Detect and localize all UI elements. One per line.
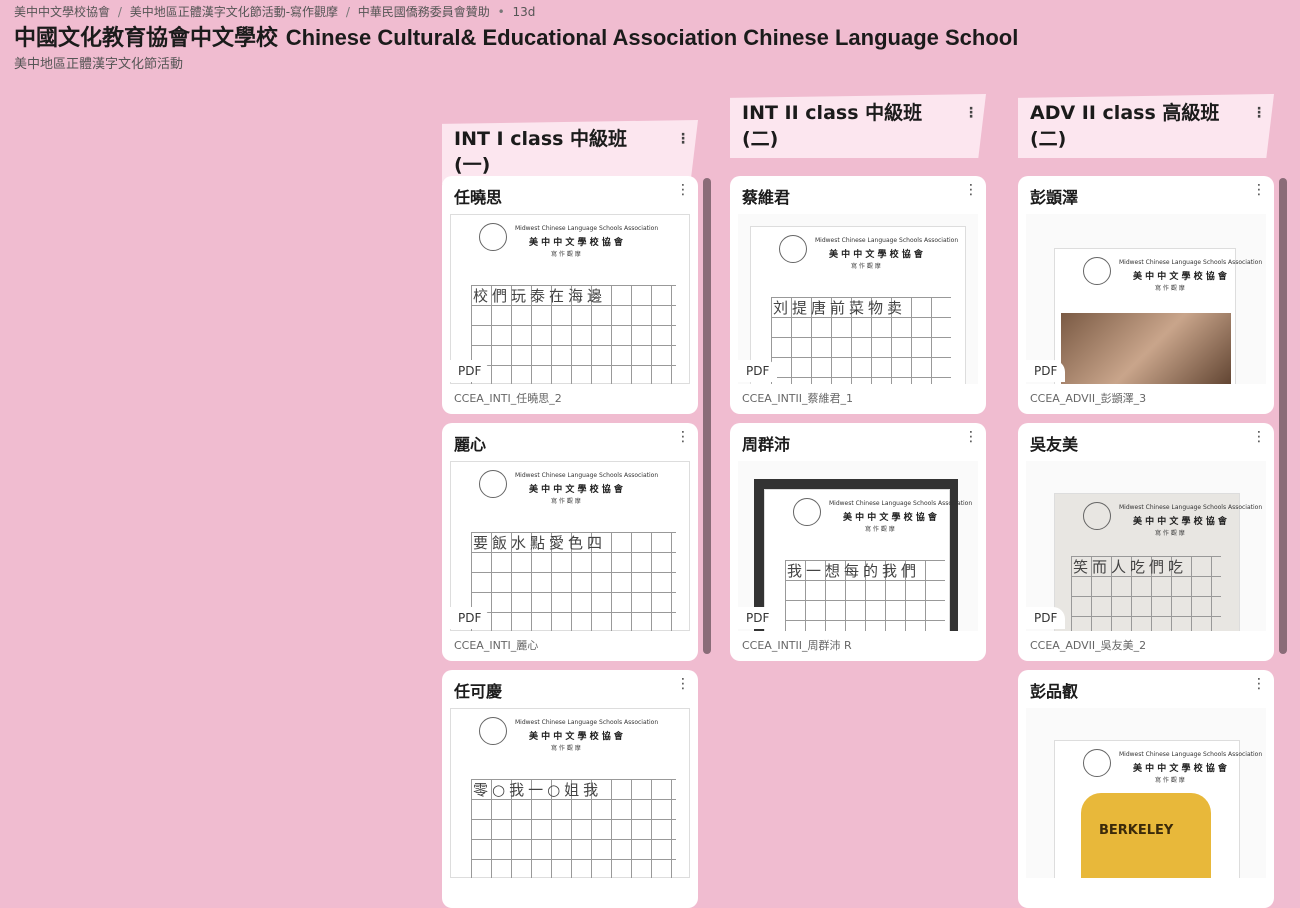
more-vertical-icon[interactable]: ⋮ [964, 100, 978, 126]
column-header: ADV II class 高級班 (二) ⋮ [1018, 94, 1274, 158]
column-scrollbar[interactable] [703, 178, 711, 654]
shirt-photo: BERKELEY [1081, 793, 1211, 878]
more-vertical-icon[interactable]: ⋮ [1252, 676, 1266, 692]
breadcrumb: 美中中文學校協會 / 美中地區正體漢字文化節活動-寫作觀摩 / 中華民國僑務委員… [14, 5, 536, 19]
card-author: 蔡維君 [742, 188, 791, 207]
pdf-badge: PDF [450, 607, 490, 629]
association-seal-icon [479, 223, 507, 251]
column-int-i: INT I class 中級班 (一) ⋮ [442, 120, 698, 184]
more-vertical-icon[interactable]: ⋮ [1252, 182, 1266, 198]
post-card[interactable]: 吳友美 ⋮ Midwest Chinese Language Schools A… [1018, 423, 1274, 661]
file-name: CCEA_ADVII_吳友美_2 [1030, 639, 1147, 652]
page-title: 中國文化教育協會中文學校 Chinese Cultural& Education… [14, 25, 1019, 51]
column-scrollbar[interactable] [1279, 178, 1287, 654]
column-adv-ii: ADV II class 高級班 (二) ⋮ [1018, 94, 1274, 158]
post-card[interactable]: 任可慶 ⋮ Midwest Chinese Language Schools A… [442, 670, 698, 908]
pdf-thumbnail[interactable]: Midwest Chinese Language Schools Associa… [450, 214, 690, 384]
pdf-thumbnail[interactable]: Midwest Chinese Language Schools Associa… [738, 461, 978, 631]
post-card[interactable]: 蔡維君 ⋮ Midwest Chinese Language Schools A… [730, 176, 986, 414]
breadcrumb-item[interactable]: 美中地區正體漢字文化節活動-寫作觀摩 [130, 5, 338, 19]
more-vertical-icon[interactable]: ⋮ [676, 126, 690, 152]
breadcrumb-item[interactable]: 美中中文學校協會 [14, 5, 110, 19]
association-seal-icon [1083, 257, 1111, 285]
pdf-thumbnail[interactable]: Midwest Chinese Language Schools Associa… [450, 461, 690, 631]
card-author: 麗心 [454, 435, 487, 454]
card-author: 吳友美 [1030, 435, 1079, 454]
column-int-ii-cards: 蔡維君 ⋮ Midwest Chinese Language Schools A… [730, 176, 986, 676]
more-vertical-icon[interactable]: ⋮ [1252, 429, 1266, 445]
association-seal-icon [479, 470, 507, 498]
pdf-thumbnail[interactable]: Midwest Chinese Language Schools Associa… [1026, 214, 1266, 384]
more-vertical-icon[interactable]: ⋮ [676, 676, 690, 692]
post-age: 13d [512, 5, 536, 19]
column-int-ii: INT II class 中級班 (二) ⋮ [730, 94, 986, 158]
page-header: 美中中文學校協會 / 美中地區正體漢字文化節活動-寫作觀摩 / 中華民國僑務委員… [14, 4, 1284, 74]
more-vertical-icon[interactable]: ⋮ [676, 182, 690, 198]
more-vertical-icon[interactable]: ⋮ [676, 429, 690, 445]
column-header: INT II class 中級班 (二) ⋮ [730, 94, 986, 158]
file-name: CCEA_INTII_蔡維君_1 [742, 392, 854, 405]
breadcrumb-item[interactable]: 中華民國僑務委員會贊助 [358, 5, 490, 19]
file-name: CCEA_ADVII_彭顗澤_3 [1030, 392, 1147, 405]
file-name: CCEA_INTI_麗心 [454, 639, 539, 652]
page-subtitle: 美中地區正體漢字文化節活動 [14, 57, 184, 72]
more-vertical-icon[interactable]: ⋮ [964, 429, 978, 445]
pdf-badge: PDF [450, 360, 490, 382]
file-name: CCEA_INTI_任曉思_2 [454, 392, 562, 405]
column-header: INT I class 中級班 (一) ⋮ [442, 120, 698, 184]
card-author: 彭顗澤 [1030, 188, 1079, 207]
pdf-thumbnail[interactable]: Midwest Chinese Language Schools Associa… [738, 214, 978, 384]
post-card[interactable]: 任曉思 ⋮ Midwest Chinese Language Schools A… [442, 176, 698, 414]
more-vertical-icon[interactable]: ⋮ [1252, 100, 1266, 126]
column-adv-ii-cards: 彭顗澤 ⋮ Midwest Chinese Language Schools A… [1018, 176, 1274, 908]
more-vertical-icon[interactable]: ⋮ [964, 182, 978, 198]
pdf-thumbnail[interactable]: Midwest Chinese Language Schools Associa… [450, 708, 690, 878]
card-author: 任曉思 [454, 188, 503, 207]
pdf-badge: PDF [738, 607, 778, 629]
post-card[interactable]: 周群沛 ⋮ Midwest Chinese Language Schools A… [730, 423, 986, 661]
card-author: 彭品叡 [1030, 682, 1079, 701]
association-seal-icon [479, 717, 507, 745]
association-seal-icon [1083, 749, 1111, 777]
post-card[interactable]: 麗心 ⋮ Midwest Chinese Language Schools As… [442, 423, 698, 661]
file-name: CCEA_INTII_周群沛 R [742, 639, 852, 652]
pdf-badge: PDF [1026, 607, 1066, 629]
column-int-i-cards: 任曉思 ⋮ Midwest Chinese Language Schools A… [442, 176, 698, 908]
association-seal-icon [1083, 502, 1111, 530]
child-photo [1061, 313, 1231, 384]
association-seal-icon [779, 235, 807, 263]
post-card[interactable]: 彭品叡 ⋮ Midwest Chinese Language Schools A… [1018, 670, 1274, 908]
pdf-thumbnail[interactable]: Midwest Chinese Language Schools Associa… [1026, 461, 1266, 631]
post-card[interactable]: 彭顗澤 ⋮ Midwest Chinese Language Schools A… [1018, 176, 1274, 414]
card-author: 周群沛 [742, 435, 791, 454]
card-author: 任可慶 [454, 682, 503, 701]
pdf-thumbnail[interactable]: Midwest Chinese Language Schools Associa… [1026, 708, 1266, 878]
pdf-badge: PDF [738, 360, 778, 382]
pdf-badge: PDF [1026, 360, 1066, 382]
association-seal-icon [793, 498, 821, 526]
